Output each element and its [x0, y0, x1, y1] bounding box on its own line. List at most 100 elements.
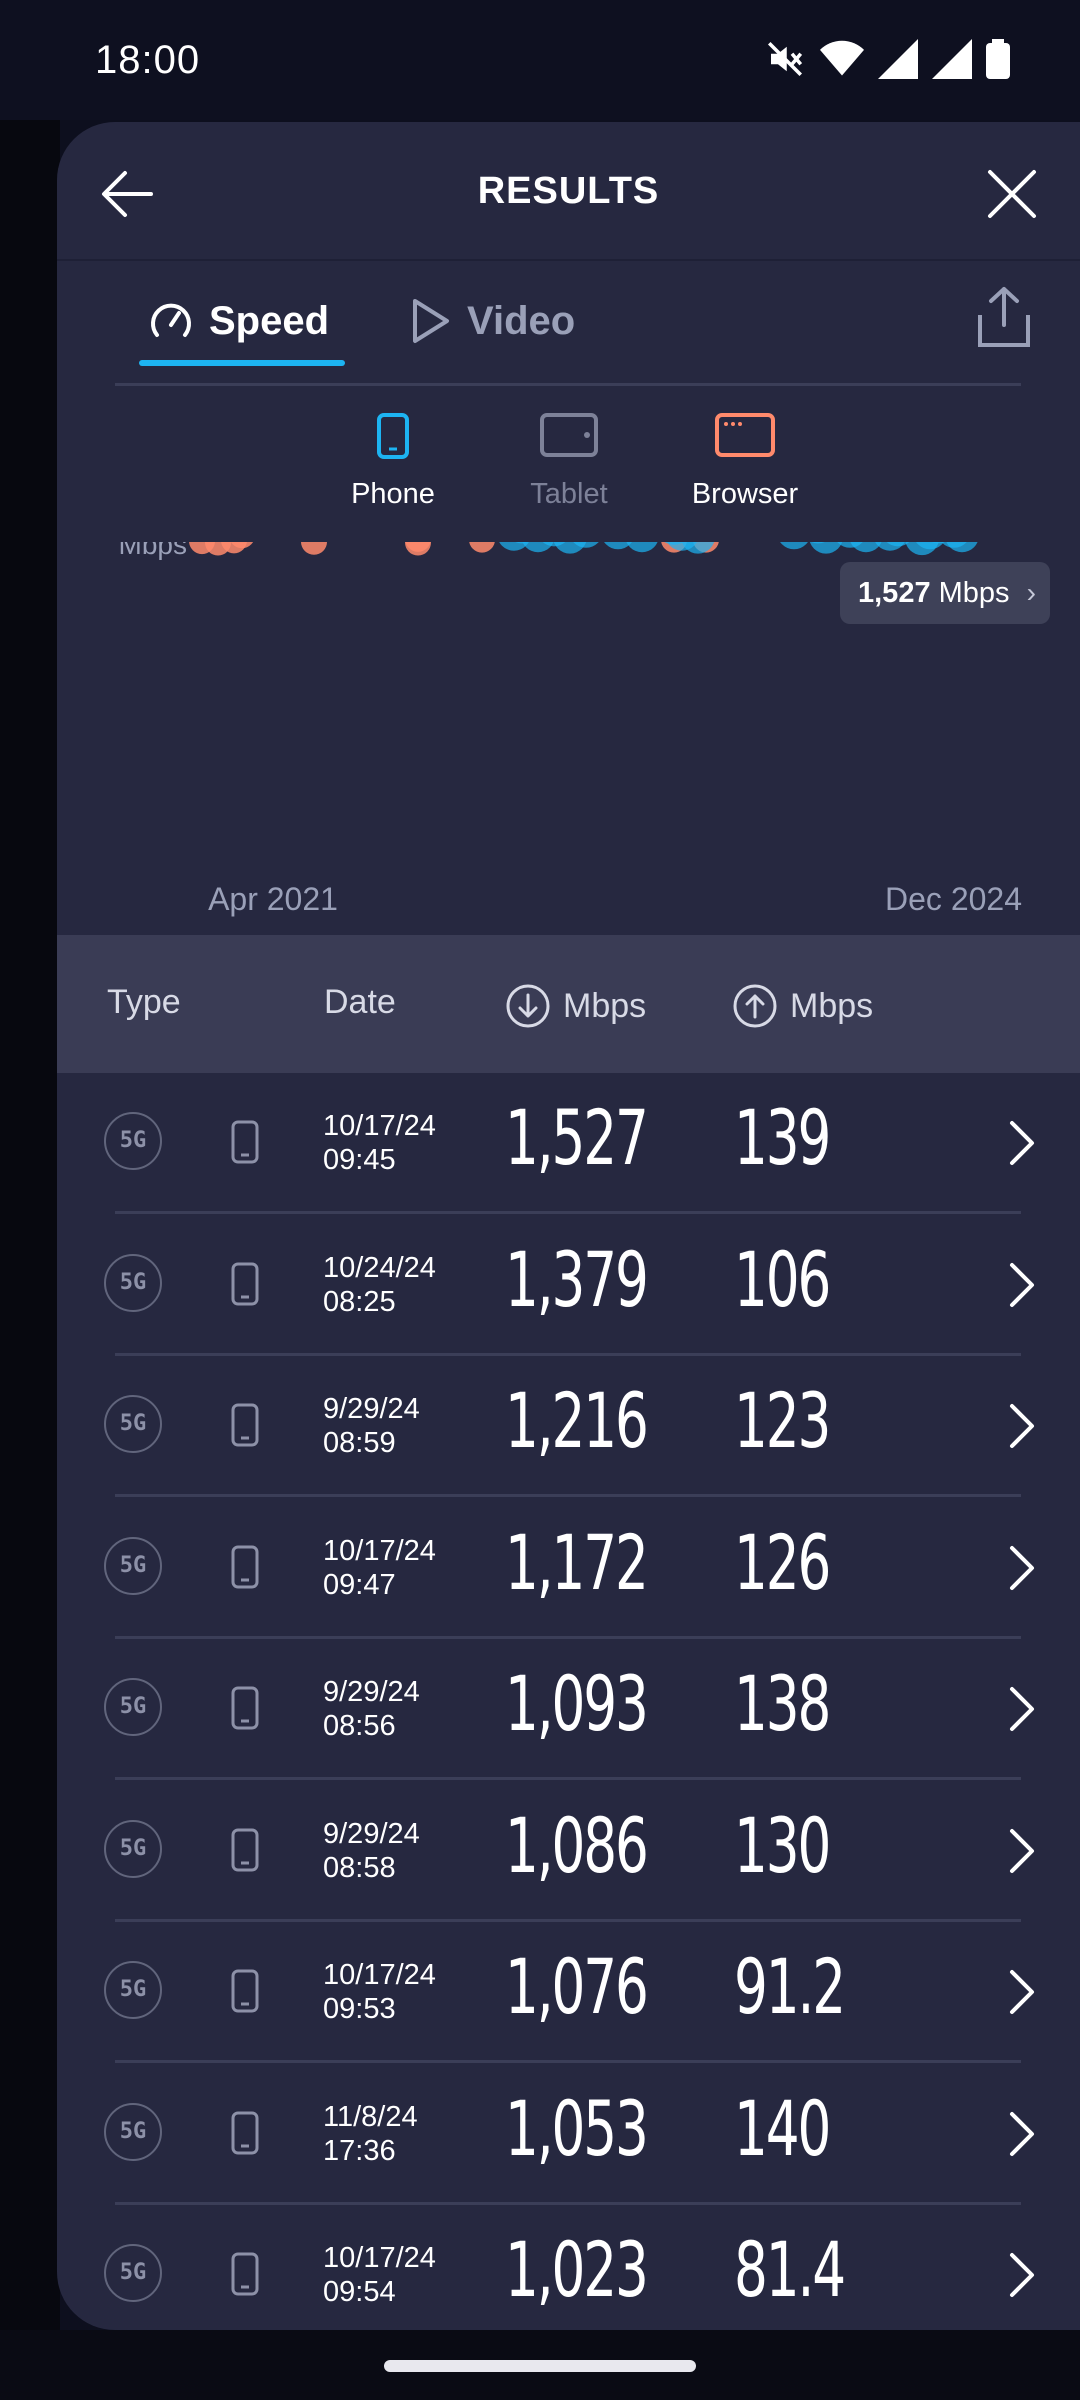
- device-filter: Phone Tablet Browser: [57, 412, 1080, 532]
- download-speed: 1,086: [505, 1800, 649, 1890]
- chevron-right-icon: [1010, 1262, 1034, 1307]
- result-row[interactable]: 5G 11/8/24 17:36 1,053 140: [57, 2064, 1080, 2205]
- download-speed: 1,527: [505, 1093, 649, 1182]
- result-date: 9/29/24: [323, 1676, 420, 1708]
- result-row[interactable]: 5G 10/24/24 08:25 1,379 106: [57, 1215, 1080, 1356]
- result-date: 10/17/24: [323, 2242, 436, 2274]
- network-badge: 5G: [104, 1678, 162, 1736]
- results-sheet: RESULTS Speed Video Phone Tablet Browser…: [57, 122, 1080, 2330]
- phone-icon: [231, 1120, 259, 1164]
- signal-icon: [932, 39, 972, 79]
- result-row[interactable]: 5G 9/29/24 08:58 1,086 130: [57, 1781, 1080, 1922]
- tooltip-value: 1,527: [858, 577, 931, 609]
- result-datetime: 10/17/24 09:53: [323, 1958, 436, 2026]
- tab-video[interactable]: Video: [409, 297, 575, 345]
- result-date: 9/29/24: [323, 1393, 420, 1425]
- share-button[interactable]: [974, 285, 1034, 349]
- result-time: 17:36: [323, 2134, 396, 2167]
- phone-icon: [231, 1403, 259, 1447]
- phone-icon: [231, 1262, 259, 1305]
- share-icon: [978, 287, 1030, 347]
- download-speed: 1,023: [505, 2225, 649, 2314]
- navigation-bar: [0, 2330, 1080, 2400]
- phone-icon: [377, 413, 409, 459]
- result-row[interactable]: 5G 10/17/24 09:47 1,172 126: [57, 1498, 1080, 1639]
- chevron-right-icon: [1010, 1545, 1034, 1590]
- phone-icon: [231, 1969, 259, 2013]
- close-button[interactable]: [982, 164, 1042, 224]
- mute-icon: [764, 38, 806, 80]
- phone-icon: [231, 1828, 259, 1871]
- column-upload[interactable]: Mbps: [732, 983, 873, 1029]
- column-download-label: Mbps: [563, 986, 647, 1025]
- chevron-right-icon: [1010, 1404, 1034, 1448]
- result-datetime: 11/8/24 17:36: [323, 2100, 418, 2168]
- speedometer-icon: [151, 303, 191, 337]
- download-speed: 1,172: [505, 1517, 649, 1607]
- page-title: RESULTS: [477, 170, 660, 212]
- chevron-right-icon: [1010, 1970, 1034, 2014]
- phone-data-point: [809, 542, 843, 554]
- result-time: 09:54: [323, 2276, 396, 2308]
- result-datetime: 9/29/24 08:59: [323, 1392, 420, 1460]
- chevron-right-icon: [1010, 1687, 1034, 1731]
- download-speed: 1,093: [505, 1659, 649, 1748]
- phone-icon: [231, 1545, 259, 1588]
- signal-icon: [878, 39, 918, 79]
- wifi-icon: [820, 39, 864, 79]
- upload-speed: 140: [734, 2083, 831, 2173]
- network-badge: 5G: [104, 2244, 162, 2302]
- result-row[interactable]: 5G 9/29/24 08:59 1,216 123: [57, 1356, 1080, 1497]
- chevron-right-icon: ›: [1026, 577, 1036, 608]
- result-tabs: Speed Video: [57, 259, 1080, 379]
- device-tablet-button[interactable]: Tablet: [489, 412, 649, 511]
- home-gesture-handle[interactable]: [384, 2360, 696, 2372]
- phone-data-point: [780, 542, 808, 550]
- device-phone-button[interactable]: Phone: [313, 412, 473, 511]
- upload-speed: 138: [734, 1659, 831, 1748]
- result-row[interactable]: 5G 10/17/24 09:53 1,076 91.2: [57, 1922, 1080, 2063]
- column-download[interactable]: Mbps: [505, 983, 646, 1029]
- result-time: 09:45: [323, 1144, 396, 1176]
- network-badge: 5G: [104, 1395, 162, 1453]
- download-speed: 1,053: [505, 2083, 649, 2173]
- result-date: 10/24/24: [323, 1251, 436, 1284]
- result-datetime: 10/17/24 09:47: [323, 1534, 436, 1602]
- phone-icon: [231, 1686, 259, 1730]
- download-speed: 1,216: [505, 1376, 649, 1465]
- result-time: 09:47: [323, 1568, 396, 1601]
- network-badge: 5G: [104, 1819, 162, 1878]
- tooltip-unit: Mbps: [938, 577, 1010, 609]
- phone-data-point: [946, 542, 978, 553]
- column-date[interactable]: Date: [324, 983, 396, 1022]
- tab-video-label: Video: [467, 298, 576, 343]
- result-date: 11/8/24: [323, 2100, 418, 2133]
- network-badge: 5G: [104, 1112, 162, 1170]
- device-phone-label: Phone: [351, 478, 435, 510]
- result-row[interactable]: 5G 9/29/24 08:56 1,093 138: [57, 1639, 1080, 1780]
- status-icons: [764, 38, 1010, 80]
- tab-speed-label: Speed: [209, 298, 330, 343]
- tab-speed[interactable]: Speed: [147, 297, 329, 345]
- network-badge: 5G: [104, 1253, 162, 1312]
- device-browser-button[interactable]: Browser: [665, 412, 825, 511]
- column-upload-label: Mbps: [790, 986, 874, 1025]
- result-row[interactable]: 5G 10/17/24 09:54 1,023 81.4: [57, 2205, 1080, 2330]
- results-table-header: Type Date Mbps Mbps: [57, 935, 1080, 1073]
- header: RESULTS: [57, 122, 1080, 261]
- close-icon: [988, 170, 1036, 218]
- status-bar: 18:00: [0, 0, 1080, 120]
- column-type[interactable]: Type: [107, 983, 181, 1022]
- download-speed: 1,076: [505, 1942, 649, 2031]
- result-time: 08:59: [323, 1427, 396, 1459]
- y-unit-label: Mbps: [119, 542, 187, 560]
- download-speed: 1,379: [505, 1234, 649, 1324]
- result-datetime: 10/17/24 09:54: [323, 2241, 436, 2309]
- result-datetime: 9/29/24 08:56: [323, 1675, 420, 1743]
- status-time: 18:00: [95, 38, 201, 82]
- max-speed-tooltip[interactable]: 1,527 Mbps ›: [840, 562, 1050, 624]
- phone-icon: [231, 2111, 259, 2154]
- tablet-icon: [540, 413, 598, 457]
- result-row[interactable]: 5G 10/17/24 09:45 1,527 139: [57, 1073, 1080, 1214]
- chevron-right-icon: [1010, 1828, 1034, 1873]
